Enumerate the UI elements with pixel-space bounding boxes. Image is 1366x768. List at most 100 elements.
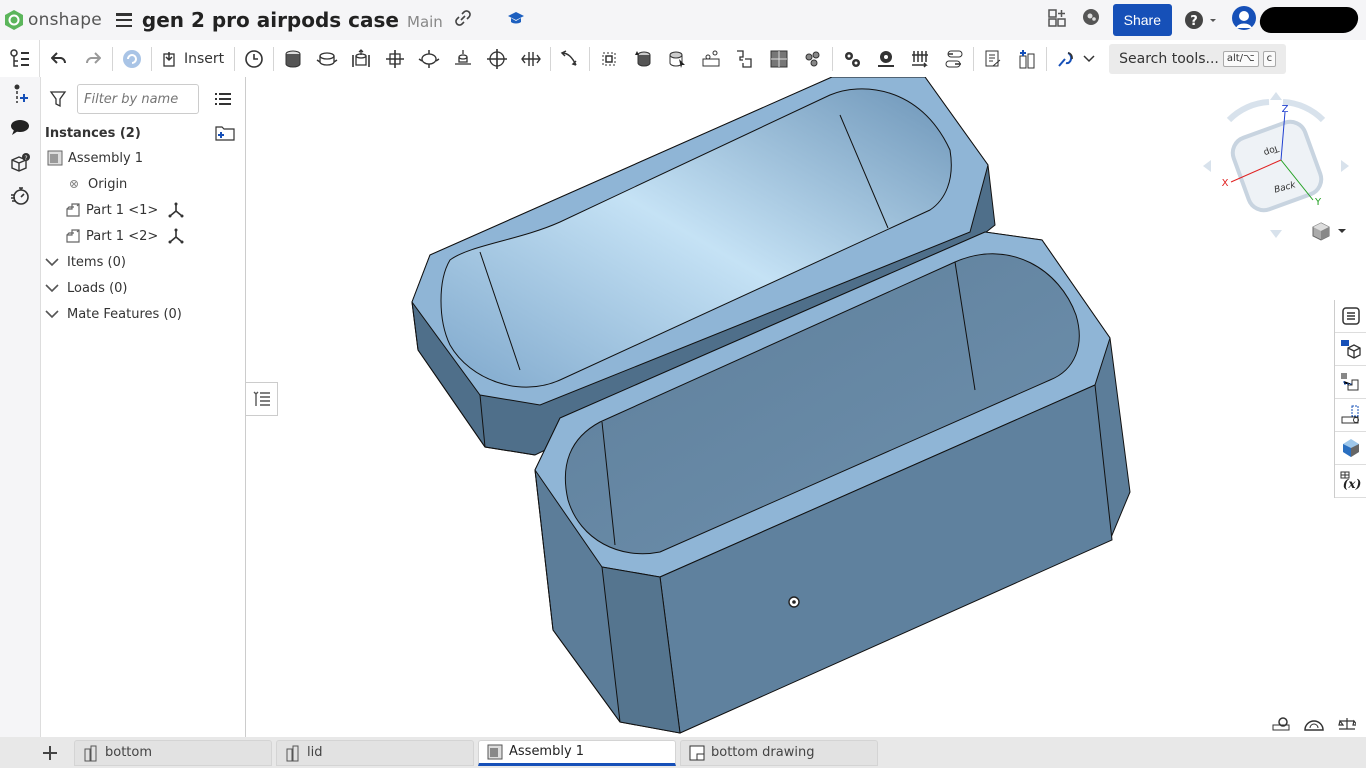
display-states-button[interactable] [976,44,1010,74]
rack-pinion-button[interactable] [869,44,903,74]
animate-button[interactable] [1049,44,1083,74]
pin-slot-mate-button[interactable] [446,44,480,74]
explode-button[interactable] [796,44,830,74]
instance-list-panel: Instances (2) Assembly 1 Origin Part 1 <… [40,77,246,737]
tab-bottom-drawing[interactable]: bottom drawing [680,739,878,766]
tab-assembly-1[interactable]: Assembly 1 [478,739,676,766]
link-icon[interactable] [454,10,471,30]
tangent-mate-button[interactable] [553,44,587,74]
tree-item-part[interactable]: Part 1 <2> [41,223,245,249]
fastened-mate-button[interactable] [276,44,310,74]
variables-icon: (x) [1340,471,1361,491]
linear-relation-button[interactable] [937,44,971,74]
tree-item-assembly[interactable]: Assembly 1 [41,145,245,171]
tree-item-label: Assembly 1 [68,150,144,166]
improvement-request-icon[interactable] [1081,8,1101,32]
help-icon[interactable]: ? [1184,10,1218,30]
tree-item-part[interactable]: Part 1 <1> [41,197,245,223]
view-cube[interactable]: Top Back Z X Y [1201,90,1351,240]
tree-item-origin[interactable]: Origin [41,171,245,197]
replicate-button[interactable] [660,44,694,74]
collapse-list-icon [253,391,270,406]
insert-label: Insert [184,50,225,67]
model-3d-view[interactable] [246,77,1366,737]
add-tab-button[interactable] [40,745,60,760]
axis-x-label: X [1222,178,1229,189]
circular-pattern-button[interactable] [728,44,762,74]
section-items[interactable]: Items (0) [41,249,245,275]
view-left-arrow[interactable] [1203,160,1211,172]
assembly-icon [487,744,503,759]
performance-rail[interactable] [0,179,40,213]
more-tools-dropdown[interactable] [1083,54,1095,63]
collapse-panel-button[interactable] [246,382,278,416]
onshape-logo[interactable]: onshape [4,9,102,31]
list-view-icon[interactable] [215,92,231,106]
insert-button[interactable]: Insert [154,51,232,67]
linear-pattern-button[interactable] [694,44,728,74]
rotate-left-arrow[interactable] [1226,99,1270,123]
filter-by-name-input[interactable] [77,84,199,114]
new-folder-icon[interactable] [215,125,235,141]
chevron-down-icon [45,310,59,319]
part-instance-icon [66,229,80,243]
document-title[interactable]: gen 2 pro airpods case [142,8,399,32]
mate-connector-add-icon [14,84,28,103]
gear-relation-button[interactable] [835,44,869,74]
mass-properties-icon[interactable] [1338,716,1359,735]
named-positions-button[interactable] [1010,44,1044,74]
share-button[interactable]: Share [1112,4,1172,36]
learning-center-icon[interactable] [507,10,525,30]
view-right-arrow[interactable] [1341,160,1349,172]
mate-connector-triad-icon[interactable] [168,202,184,218]
main-menu-button[interactable] [115,13,132,27]
view-options-dropdown[interactable] [1311,221,1347,241]
svg-text:?: ? [24,155,27,162]
history-button[interactable] [237,44,271,74]
variable-table-rail[interactable]: (x) [1335,465,1366,498]
help-dropdown-icon[interactable] [1208,15,1218,25]
undo-button[interactable] [42,44,76,74]
app-store-icon[interactable] [1047,8,1067,32]
revolute-mate-button[interactable] [310,44,344,74]
view-down-arrow[interactable] [1270,230,1282,238]
cylindrical-mate-button[interactable] [412,44,446,74]
comments-rail[interactable] [0,111,40,145]
protractor-icon[interactable] [1304,716,1324,735]
group-button[interactable] [626,44,660,74]
section-loads[interactable]: Loads (0) [41,275,245,301]
drawing-icon [689,745,705,760]
branch-name[interactable]: Main [407,13,443,31]
mate-connector-triad-icon[interactable] [168,228,184,244]
slider-mate-button[interactable] [344,44,378,74]
filter-icon[interactable] [49,90,67,108]
ball-mate-button[interactable] [480,44,514,74]
redo-button[interactable] [76,44,110,74]
search-tools-button[interactable]: Search tools... alt/⌥ c [1109,43,1287,74]
instance-list-rail[interactable] [1335,300,1366,333]
appearances-rail[interactable] [1335,432,1366,465]
screw-relation-button[interactable] [903,44,937,74]
mirror-button[interactable] [762,44,796,74]
view-up-arrow[interactable] [1270,92,1282,100]
tab-lid[interactable]: lid [276,739,474,766]
parallel-mate-button[interactable] [514,44,548,74]
rotate-right-arrow[interactable] [1282,99,1326,123]
insert-mate-connector-rail[interactable] [0,77,40,111]
section-mate-features[interactable]: Mate Features (0) [41,301,245,327]
planar-mate-button[interactable] [378,44,412,74]
graphics-viewport[interactable]: Top Back Z X Y [246,77,1366,737]
user-avatar-icon[interactable] [1232,6,1256,34]
tab-bottom[interactable]: bottom [74,739,272,766]
appearance-rail[interactable] [1335,366,1366,399]
bill-of-materials-rail[interactable] [1335,333,1366,366]
mates-icon [1340,373,1358,391]
measure-tool-icon[interactable] [1272,716,1290,735]
feature-list-toggle[interactable] [0,40,40,77]
bom-rail[interactable]: ? [0,145,40,179]
mate-connector-button[interactable] [592,44,626,74]
regenerate-button[interactable] [115,44,149,74]
mate-connector-rail[interactable] [1335,399,1366,432]
part-studio-icon [286,745,299,761]
part-info-icon: ? [11,153,30,172]
